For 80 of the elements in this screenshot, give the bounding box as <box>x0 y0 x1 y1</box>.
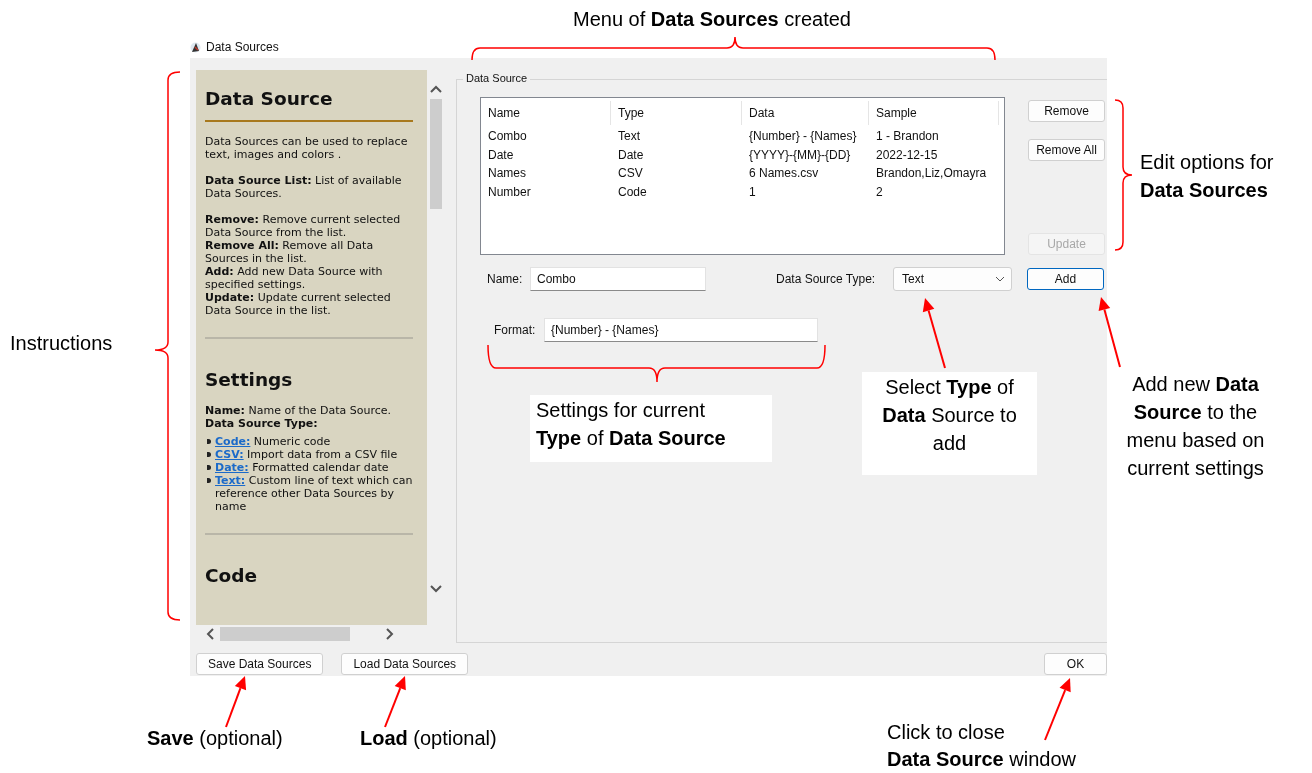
column-header[interactable]: Type <box>611 101 742 125</box>
column-header[interactable]: Data <box>742 101 869 125</box>
scroll-up-button[interactable] <box>430 85 442 93</box>
help-text: Remove: Remove current selected Data Source from the list. <box>205 213 402 239</box>
help-heading: Code <box>205 565 259 587</box>
arrow <box>922 298 946 369</box>
help-text: Data Sources can be used to replace text, images and colors . <box>205 135 409 161</box>
scroll-left-button[interactable] <box>206 628 214 640</box>
table-cell-text: {Number} - {Names} <box>748 128 858 145</box>
chevron-down-icon <box>995 276 1005 282</box>
table-cell-text: 2022-12-15 <box>875 146 939 164</box>
table-cell-text: {YYYY}-{MM}-{DD} <box>748 146 852 164</box>
table-cell-text: 1 - Brandon <box>875 128 940 145</box>
table-cell-text: 1 <box>748 183 757 201</box>
help-text: Date: Formatted calendar date <box>215 461 389 474</box>
annotation-text: Edit options for Data Sources <box>1140 150 1274 203</box>
bullet-icon <box>207 465 211 470</box>
table-cell-text: 6 Names.csv <box>748 165 820 182</box>
annotation-text: Instructions <box>10 331 113 356</box>
help-text: Text: Custom line of text which can reference other Data Sources by name <box>215 474 413 513</box>
group-label: Data Source <box>463 72 531 84</box>
annotation-text: Save (optional) <box>147 726 283 751</box>
scroll-down-button[interactable] <box>430 585 442 593</box>
help-text: Update: Update current selected Data Source in the list. <box>205 291 392 317</box>
help-heading: Data Source <box>205 88 334 110</box>
help-heading: Settings <box>205 369 294 391</box>
format-field[interactable]: {Number} - {Names} <box>544 318 818 342</box>
column-header[interactable]: Sample <box>869 101 999 125</box>
help-text: CSV: Import data from a CSV file <box>215 448 398 461</box>
scrollbar-thumb[interactable] <box>220 627 350 641</box>
type-dropdown[interactable]: Text <box>893 267 1012 291</box>
save-button[interactable]: Save Data Sources <box>196 653 324 675</box>
scroll-right-button[interactable] <box>386 628 394 640</box>
ok-button[interactable]: OK <box>1044 653 1107 675</box>
app-icon <box>190 40 201 53</box>
arrow <box>1044 678 1071 741</box>
type-label: Data Source Type: <box>776 272 877 286</box>
window-title: Data Sources <box>206 39 279 54</box>
table-cell-text: Text <box>617 128 641 145</box>
table-cell-text: Names <box>487 165 527 182</box>
table-cell-text: Date <box>617 146 645 164</box>
annotation-text: Menu of Data Sources created <box>573 7 851 32</box>
annotation-text: Load (optional) <box>360 726 497 751</box>
column-header[interactable]: Name <box>481 101 611 125</box>
table-cell-text: Number <box>487 183 532 201</box>
annotation-text: Select Type of Data Source to add <box>862 372 1037 475</box>
table-cell-text: Combo <box>487 128 528 145</box>
remove-button[interactable]: Remove <box>1028 100 1105 122</box>
bullet-icon <box>207 478 211 483</box>
remove-all-button[interactable]: Remove All <box>1028 139 1105 161</box>
table-cell-text: Brandon,Liz,Omayra <box>875 165 988 182</box>
annotation-text: Click to close Data Source window <box>887 720 1076 772</box>
name-label: Name: <box>487 272 524 286</box>
table-cell-text: 2 <box>875 183 884 201</box>
annotation-text: Add new Data Source to the menu based on current settings <box>1125 372 1266 481</box>
help-text: Data Source List: List of available Data Sources. <box>205 174 403 200</box>
help-text: Code: Numeric code <box>215 435 331 448</box>
bullet-icon <box>207 439 211 444</box>
add-button[interactable]: Add <box>1027 268 1104 290</box>
arrow <box>225 676 247 728</box>
help-link[interactable]: Code: <box>215 435 251 448</box>
bullet-icon <box>207 452 211 457</box>
help-link[interactable]: CSV: <box>215 448 244 461</box>
scrollbar-thumb[interactable] <box>430 99 442 209</box>
annotation-text: Settings for current Type of Data Source <box>530 395 772 462</box>
name-field[interactable]: Combo <box>530 267 706 291</box>
arrow <box>1098 297 1121 368</box>
help-text: Data Source Type: <box>205 417 319 430</box>
help-text: Add: Add new Data Source with specified settings. <box>205 265 384 291</box>
format-label: Format: <box>494 323 537 337</box>
help-link[interactable]: Text: <box>215 474 246 487</box>
help-link[interactable]: Date: <box>215 461 249 474</box>
table-cell-text: Date <box>487 146 515 164</box>
table-cell-text: Code <box>617 183 648 201</box>
table-cell-text: CSV <box>617 165 644 182</box>
arrow <box>384 676 406 728</box>
help-text: Name: Name of the Data Source. <box>205 404 393 417</box>
load-button[interactable]: Load Data Sources <box>341 653 469 675</box>
data-sources-list[interactable]: Name Type Data Sample Combo Text {Number} - {Names} 1 - Brandon Date Date {YYYY}-{MM}-{DD} 2022-12-15 Names CSV 6 Names.csv Brandon,Liz,Omayra Number Code 1 2 <box>480 97 1005 255</box>
help-text: Remove All: Remove all Data Sources in the list. <box>205 239 375 265</box>
